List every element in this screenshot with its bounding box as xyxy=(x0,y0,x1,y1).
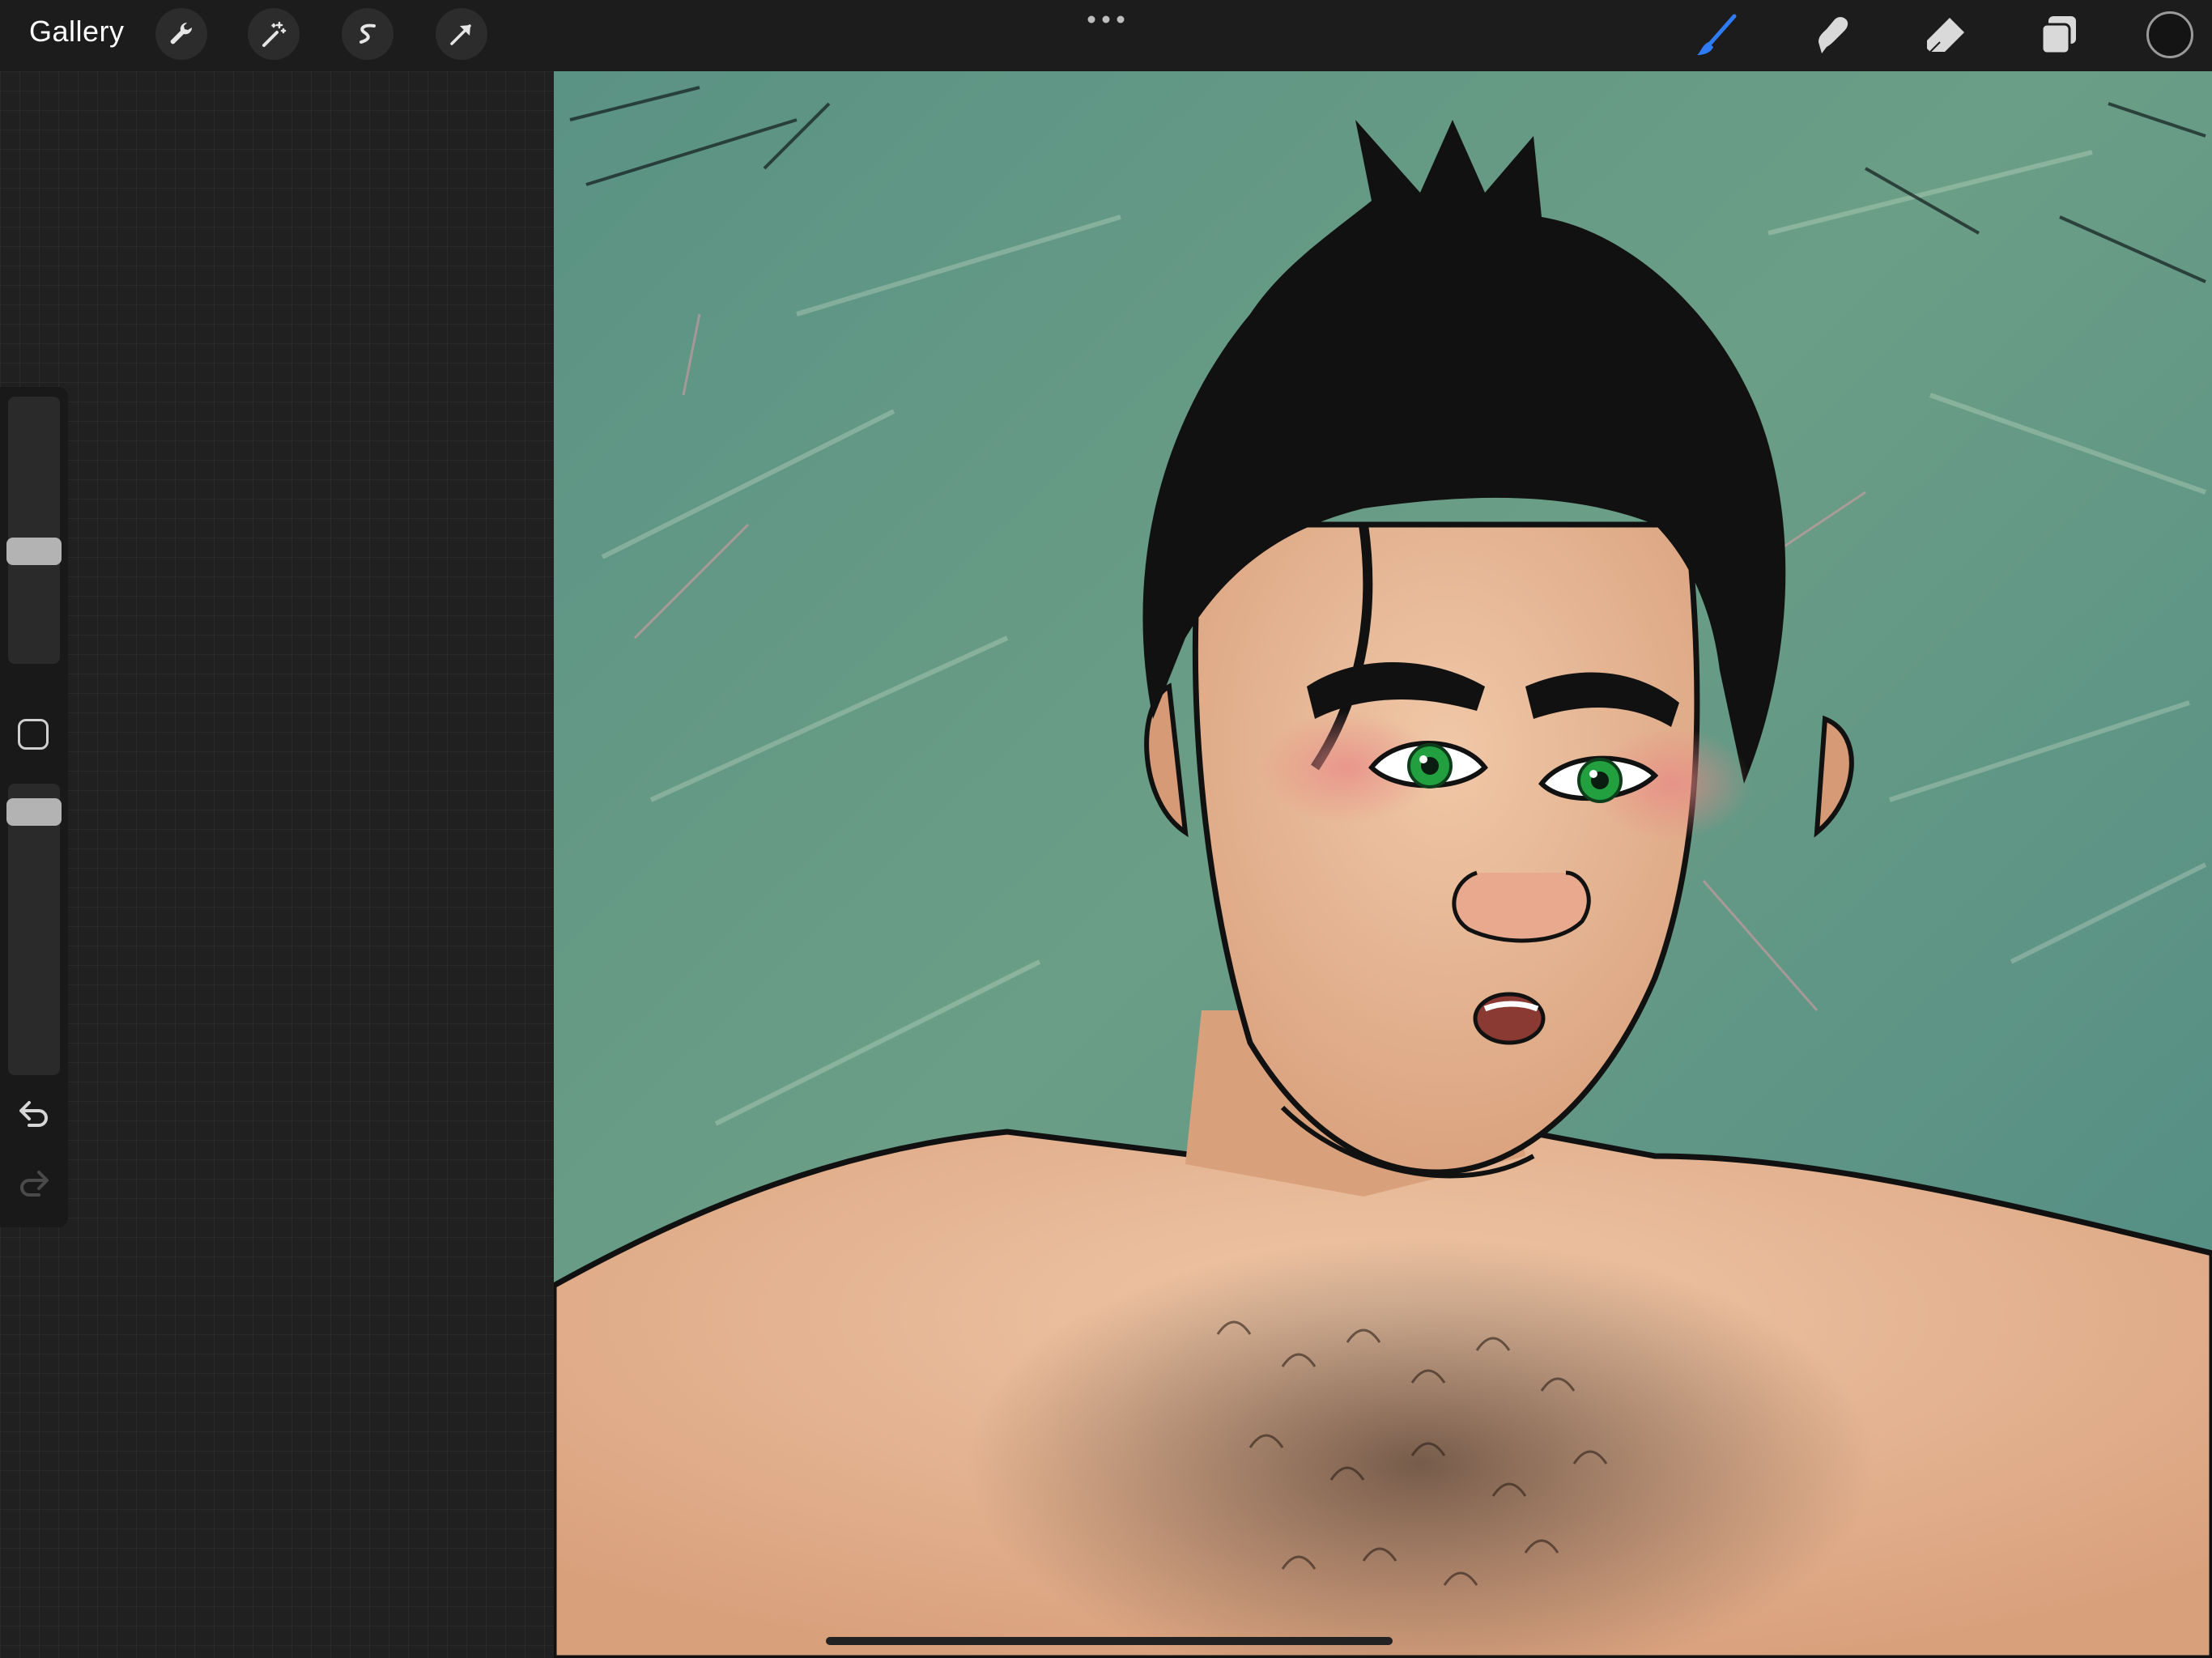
opacity-thumb[interactable] xyxy=(6,798,62,826)
smudge-button[interactable] xyxy=(1807,10,1857,60)
gallery-button[interactable]: Gallery xyxy=(29,15,125,49)
top-toolbar: Gallery xyxy=(0,0,2212,71)
home-indicator xyxy=(826,1637,1393,1645)
eraser-icon xyxy=(1927,18,1964,53)
selection-button[interactable] xyxy=(342,8,393,60)
magic-wand-icon xyxy=(262,21,287,47)
opacity-slider[interactable] xyxy=(6,784,62,1075)
smudge-icon xyxy=(1819,17,1848,53)
selection-s-icon xyxy=(359,23,376,44)
layers-button[interactable] xyxy=(2034,10,2084,60)
layers-icon xyxy=(2040,16,2076,55)
brush-button[interactable] xyxy=(1692,10,1742,60)
sidebar xyxy=(0,387,68,1227)
brush-size-thumb[interactable] xyxy=(6,538,62,565)
more-dots-icon[interactable] xyxy=(1085,11,1127,28)
brush-size-slider[interactable] xyxy=(6,397,62,664)
artwork-canvas[interactable] xyxy=(554,71,2212,1658)
canvas-backdrop xyxy=(0,71,554,1658)
transform-arrow-icon xyxy=(450,24,471,45)
actions-button[interactable] xyxy=(155,8,207,60)
brush-icon xyxy=(1697,14,1737,55)
undo-icon[interactable] xyxy=(16,1098,52,1130)
transform-button[interactable] xyxy=(436,8,487,60)
artwork-illustration xyxy=(554,71,2212,1658)
redo-icon[interactable] xyxy=(16,1167,52,1200)
modify-button[interactable] xyxy=(18,719,49,750)
color-picker-button[interactable] xyxy=(2146,11,2193,58)
eraser-button[interactable] xyxy=(1921,10,1971,60)
adjustments-button[interactable] xyxy=(248,8,300,60)
wrench-icon xyxy=(170,22,193,45)
